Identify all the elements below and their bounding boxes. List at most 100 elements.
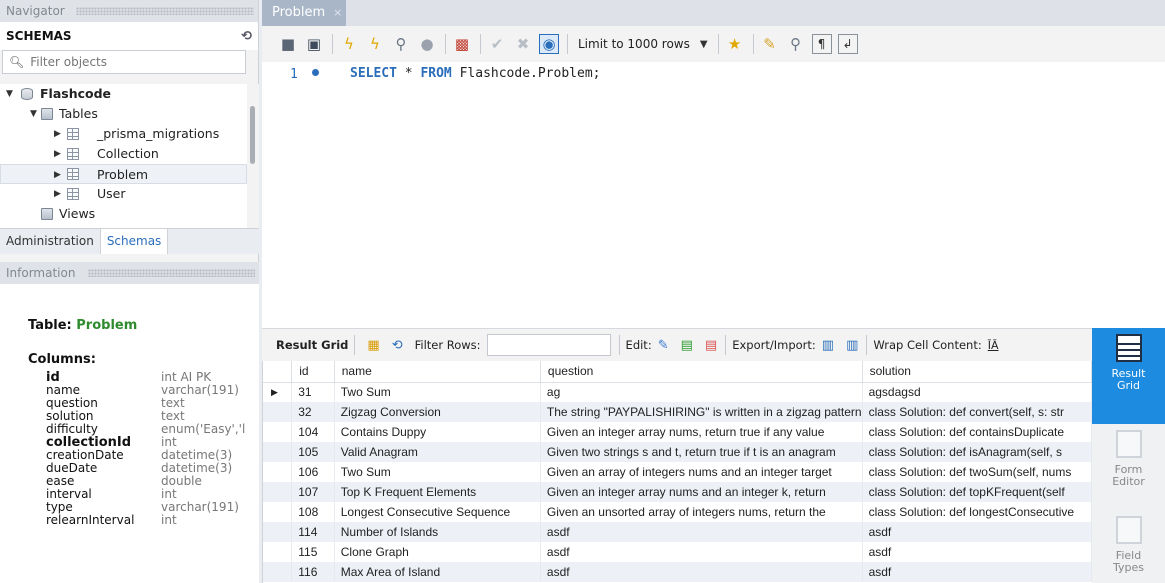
wrap-toggle-icon[interactable]: ĪĀ (988, 339, 999, 352)
cell-id[interactable]: 32 (291, 402, 335, 422)
tree-node-views[interactable]: Views (0, 204, 247, 224)
cell-question[interactable]: Given an array of integers nums and an i… (540, 462, 863, 482)
table-row[interactable]: 116 Max Area of Island asdf asdf (263, 562, 1092, 582)
cell-question[interactable]: Given an integer array nums and an integ… (540, 482, 863, 502)
stop-icon[interactable]: ● (417, 34, 437, 54)
filter-objects-field[interactable]: 🔍︎ (2, 50, 246, 74)
cell-id[interactable]: 104 (291, 422, 335, 442)
cell-solution[interactable]: class Solution: def containsDuplicate (862, 422, 1092, 442)
export-icon[interactable]: ▥ (822, 338, 834, 353)
tree-scrollbar[interactable] (247, 84, 259, 228)
cell-question[interactable]: The string "PAYPALISHIRING" is written i… (540, 402, 863, 422)
tab-schemas[interactable]: Schemas (99, 229, 169, 254)
collapse-triangle-icon[interactable]: ▶ (54, 184, 63, 204)
table-row[interactable]: 105 Valid Anagram Given two strings s an… (263, 442, 1092, 462)
add-snippet-star-icon[interactable]: ★ (725, 34, 745, 54)
cell-solution[interactable]: asdf (862, 522, 1092, 542)
sql-editor[interactable]: 1 SELECT * FROM Flashcode.Problem; (262, 62, 1165, 312)
cell-id[interactable]: 107 (291, 482, 335, 502)
explain-magnifier-icon[interactable]: ⚲ (391, 34, 411, 54)
cell-name[interactable]: Valid Anagram (334, 442, 541, 462)
refresh-icon[interactable]: ⟲ (241, 29, 252, 44)
cell-id[interactable]: 106 (291, 462, 335, 482)
rollback-icon[interactable]: ✖ (513, 34, 533, 54)
word-wrap-icon[interactable]: ↲ (837, 34, 858, 54)
cell-solution[interactable]: agsdagsd (862, 382, 1092, 402)
cell-name[interactable]: Longest Consecutive Sequence (334, 502, 541, 522)
collapse-triangle-icon[interactable]: ▶ (54, 144, 63, 164)
expand-triangle-icon[interactable]: ▼ (6, 84, 15, 104)
cell-question[interactable]: ag (540, 382, 863, 402)
cell-solution[interactable]: class Solution: def longestConsecutive (862, 502, 1092, 522)
tab-administration[interactable]: Administration (0, 229, 100, 254)
result-grid-view-button[interactable]: Result Grid (1092, 328, 1165, 424)
execute-lightning-icon[interactable]: ϟ (339, 34, 359, 54)
tree-node-schema[interactable]: ▼ Flashcode (0, 84, 247, 104)
edit-row-icon[interactable]: ✎ (658, 338, 669, 353)
table-row[interactable]: 106 Two Sum Given an array of integers n… (263, 462, 1092, 482)
column-header-id[interactable]: id (291, 361, 335, 383)
autocommit-toggle-icon[interactable]: ◉ (539, 34, 559, 54)
cell-solution[interactable]: class Solution: def isAnagram(self, s (862, 442, 1092, 462)
beautify-broom-icon[interactable]: ✎ (760, 34, 780, 54)
cell-name[interactable]: Zigzag Conversion (334, 402, 541, 422)
cell-name[interactable]: Max Area of Island (334, 562, 541, 582)
filter-rows-input[interactable] (486, 334, 611, 356)
tree-node-table[interactable]: ▶ Collection (0, 144, 247, 164)
result-grid-label[interactable]: Result Grid (276, 338, 348, 352)
save-icon[interactable]: ▣ (304, 34, 324, 54)
collapse-triangle-icon[interactable]: ▶ (54, 165, 63, 185)
cell-id[interactable]: 116 (291, 562, 335, 582)
cell-id[interactable]: 108 (291, 502, 335, 522)
expand-triangle-icon[interactable]: ▼ (30, 104, 39, 124)
field-types-button[interactable]: Field Types (1092, 514, 1165, 583)
cell-name[interactable]: Top K Frequent Elements (334, 482, 541, 502)
refresh-icon[interactable]: ⟲ (392, 338, 403, 353)
cell-question[interactable]: Given an integer array nums, return true… (540, 422, 863, 442)
chevron-down-icon[interactable]: ▼ (700, 39, 708, 50)
find-magnifier-icon[interactable]: ⚲ (786, 34, 806, 54)
filter-objects-input[interactable] (30, 55, 231, 69)
table-row[interactable]: 104 Contains Duppy Given an integer arra… (263, 422, 1092, 442)
tab-problem-query[interactable]: Problem × (262, 0, 346, 26)
cell-solution[interactable]: class Solution: def twoSum(self, nums (862, 462, 1092, 482)
cell-solution[interactable]: asdf (862, 542, 1092, 562)
add-row-icon[interactable]: ▤ (681, 338, 693, 353)
table-row[interactable]: 32 Zigzag Conversion The string "PAYPALI… (263, 402, 1092, 422)
tree-node-table-selected[interactable]: ▶ Problem (0, 164, 247, 184)
cell-name[interactable]: Two Sum (334, 462, 541, 482)
tree-node-table[interactable]: ▶ User (0, 184, 247, 204)
cell-id[interactable]: 31 (291, 382, 335, 402)
cell-question[interactable]: Given two strings s and t, return true i… (540, 442, 863, 462)
table-row[interactable]: 115 Clone Graph asdf asdf (263, 542, 1092, 562)
cell-name[interactable]: Two Sum (334, 382, 541, 402)
cell-id[interactable]: 105 (291, 442, 335, 462)
execute-current-icon[interactable]: ϟ (365, 34, 385, 54)
cell-name[interactable]: Contains Duppy (334, 422, 541, 442)
tree-node-tables[interactable]: ▼ Tables (0, 104, 247, 124)
table-row[interactable]: ▶ 31 Two Sum ag agsdagsd (263, 382, 1092, 402)
delete-row-icon[interactable]: ▤ (705, 338, 717, 353)
cell-question[interactable]: asdf (540, 522, 863, 542)
collapse-triangle-icon[interactable]: ▶ (54, 124, 63, 144)
table-row[interactable]: 114 Number of Islands asdf asdf (263, 522, 1092, 542)
table-row[interactable]: 107 Top K Frequent Elements Given an int… (263, 482, 1092, 502)
column-header-solution[interactable]: solution (862, 361, 1092, 383)
commit-icon[interactable]: ✔ (487, 34, 507, 54)
open-folder-icon[interactable]: ■ (278, 34, 298, 54)
cell-question[interactable]: asdf (540, 542, 863, 562)
table-row[interactable]: 108 Longest Consecutive Sequence Given a… (263, 502, 1092, 522)
invisible-chars-icon[interactable]: ¶ (811, 34, 832, 54)
cell-id[interactable]: 115 (291, 542, 335, 562)
limit-rows-select[interactable]: Limit to 1000 rows (578, 37, 690, 51)
cell-solution[interactable]: class Solution: def topKFrequent(self (862, 482, 1092, 502)
cell-name[interactable]: Number of Islands (334, 522, 541, 542)
column-header-name[interactable]: name (334, 361, 541, 383)
cell-id[interactable]: 114 (291, 522, 335, 542)
cell-solution[interactable]: asdf (862, 562, 1092, 582)
tree-node-table[interactable]: ▶ _prisma_migrations (0, 124, 247, 144)
column-header-question[interactable]: question (540, 361, 863, 383)
cell-name[interactable]: Clone Graph (334, 542, 541, 562)
cell-question[interactable]: asdf (540, 562, 863, 582)
cell-solution[interactable]: class Solution: def convert(self, s: str (862, 402, 1092, 422)
